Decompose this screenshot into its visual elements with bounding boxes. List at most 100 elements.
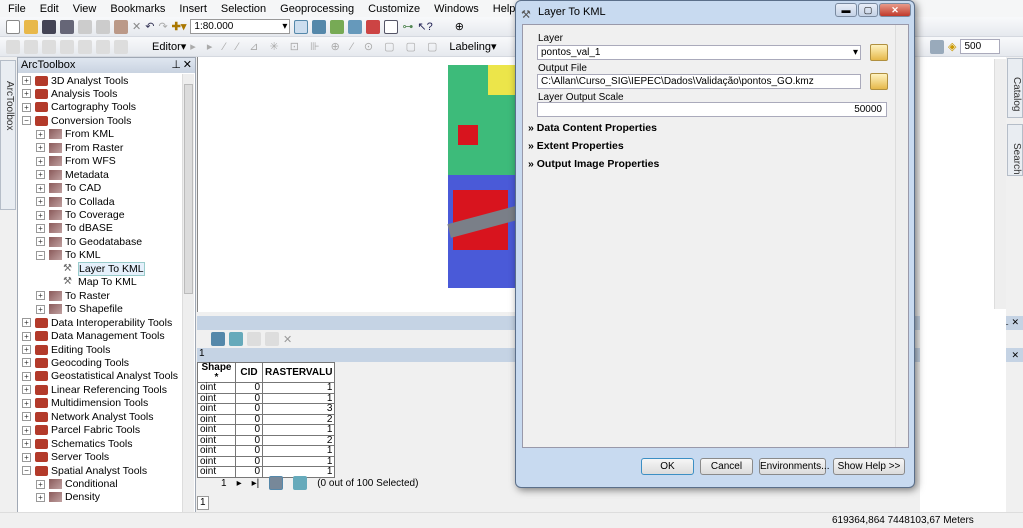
current-page[interactable]: 1 (221, 478, 227, 489)
expand-icon[interactable]: + (22, 371, 31, 381)
tool-icon[interactable] (24, 39, 38, 54)
tree-item[interactable]: +3D Analyst Tools (22, 74, 128, 87)
table-row[interactable]: oint 0 2 (197, 434, 336, 446)
table-cell[interactable]: 0 (235, 413, 263, 425)
expand-icon[interactable]: + (36, 291, 45, 301)
menu-view[interactable]: View (65, 3, 103, 15)
table-row[interactable]: oint 0 1 (197, 392, 336, 404)
layer-output-scale-input[interactable]: 50000 (537, 102, 887, 117)
ok-button[interactable]: OK (641, 458, 694, 475)
column-header[interactable]: CID (235, 362, 263, 383)
zoom-to-selected-icon[interactable] (247, 332, 261, 346)
print-icon[interactable] (60, 19, 74, 34)
expand-icon[interactable]: + (22, 102, 31, 112)
expand-icon[interactable]: + (36, 223, 45, 233)
delete-icon[interactable]: ✕ (132, 20, 141, 33)
table-row[interactable]: oint 0 1 (197, 382, 336, 394)
right-scrollbar[interactable] (994, 59, 1006, 309)
expand-icon[interactable]: + (36, 183, 45, 193)
tree-item[interactable]: + Linear Referencing Tools (22, 383, 167, 396)
table-cell[interactable]: 3 (261, 403, 336, 415)
expand-icon[interactable]: + (22, 331, 31, 341)
cancel-button[interactable]: Cancel (700, 458, 753, 475)
tree-item[interactable]: − Spatial Analyst Tools (22, 464, 147, 477)
show-all-records-icon[interactable] (269, 476, 284, 490)
search-window-icon[interactable] (348, 19, 363, 34)
expand-icon[interactable]: + (22, 385, 31, 395)
close-button[interactable]: ✕ (879, 3, 911, 17)
search-tab[interactable]: Search (1007, 124, 1023, 176)
expand-icon[interactable]: + (22, 425, 31, 435)
table-cell[interactable]: 0 (235, 403, 263, 415)
tree-item[interactable]: + To Coverage (36, 209, 125, 222)
tool-icon[interactable] (78, 39, 92, 54)
collapse-icon[interactable]: − (36, 250, 45, 260)
expand-icon[interactable]: + (36, 492, 45, 502)
menu-windows[interactable]: Windows (426, 3, 485, 15)
tree-item[interactable]: + Schematics Tools (22, 437, 133, 450)
table-cell[interactable]: oint (197, 403, 236, 415)
expand-icon[interactable]: + (36, 210, 45, 220)
expand-icon[interactable]: + (22, 345, 31, 354)
tree-item[interactable]: + From Raster (36, 141, 123, 154)
environments-button[interactable]: Environments... (759, 458, 829, 475)
clear-selection-icon[interactable] (229, 332, 243, 346)
close-icon[interactable]: ✕ (183, 58, 192, 73)
new-icon[interactable] (6, 19, 20, 34)
catalog-tab[interactable]: Catalog (1007, 58, 1023, 118)
delete-selected-icon[interactable] (265, 332, 279, 346)
catalog-icon[interactable] (330, 19, 345, 34)
table-close-icon[interactable]: ✕ (1011, 350, 1019, 361)
table-cell[interactable]: 2 (261, 434, 336, 446)
tree-item[interactable]: + Multidimension Tools (22, 397, 148, 410)
labeling-menu[interactable]: Labeling▾ (449, 40, 496, 53)
tree-item[interactable]: − Conversion Tools (22, 114, 131, 127)
tree-item[interactable]: + To Raster (36, 289, 110, 302)
last-record-icon[interactable]: ▸| (252, 478, 260, 489)
table-cell[interactable]: 0 (235, 455, 263, 467)
scroll-thumb[interactable] (184, 84, 193, 294)
collapse-icon[interactable]: − (22, 116, 31, 126)
table-cell[interactable]: oint (197, 434, 236, 446)
undo-icon[interactable]: ↶ (145, 20, 154, 33)
tool-icon[interactable] (6, 39, 20, 54)
menu-customize[interactable]: Customize (360, 3, 426, 15)
expand-icon[interactable]: + (36, 156, 45, 166)
expand-icon[interactable]: + (36, 237, 45, 247)
table-row[interactable]: oint 0 1 (197, 455, 336, 467)
arctoolbox-side-tab[interactable]: ArcToolbox (0, 60, 16, 210)
table-cell[interactable]: oint (197, 445, 236, 457)
tree-item[interactable]: + Data Management Tools (22, 330, 165, 343)
zoom-in-icon[interactable]: ⊕ (455, 20, 464, 33)
expand-icon[interactable]: + (22, 76, 31, 85)
table-cell[interactable]: 0 (235, 392, 263, 404)
table-cell[interactable]: oint (197, 413, 236, 425)
section-output-image[interactable]: » Output Image Properties (528, 158, 659, 170)
tree-item[interactable]: + Editing Tools (22, 343, 110, 356)
expand-icon[interactable]: + (22, 398, 31, 408)
table-row[interactable]: oint 0 1 (197, 445, 336, 457)
tool-icon[interactable] (60, 39, 74, 54)
tree-item[interactable]: + To Collada (36, 195, 115, 208)
copy-icon[interactable] (96, 19, 110, 34)
arctoolbox-icon[interactable] (366, 19, 381, 34)
table-row[interactable]: oint 0 1 (197, 424, 336, 436)
menu-geoprocessing[interactable]: Geoprocessing (272, 3, 360, 15)
tree-item[interactable]: + To CAD (36, 182, 101, 195)
tool-icon[interactable] (114, 39, 128, 54)
switch-selection-icon[interactable] (211, 332, 225, 346)
table-cell[interactable]: 0 (235, 434, 263, 446)
add-data-icon[interactable]: ✚▾ (172, 20, 187, 33)
table-cell[interactable]: 0 (235, 382, 263, 394)
table-cell[interactable]: 0 (235, 424, 263, 436)
tree-item[interactable]: ⚒ Map To KML (50, 276, 137, 289)
tree-item[interactable]: + Metadata (36, 168, 109, 181)
whats-this-icon[interactable]: ↖? (417, 20, 432, 33)
python-icon[interactable] (384, 19, 399, 34)
table-cell[interactable]: 2 (261, 413, 336, 425)
expand-icon[interactable]: + (22, 358, 31, 368)
model-builder-icon[interactable]: ⊶ (402, 20, 413, 33)
tree-item[interactable]: + Conditional (36, 478, 118, 491)
browse-folder-icon[interactable] (870, 73, 888, 90)
label-manager-icon[interactable] (930, 39, 944, 54)
